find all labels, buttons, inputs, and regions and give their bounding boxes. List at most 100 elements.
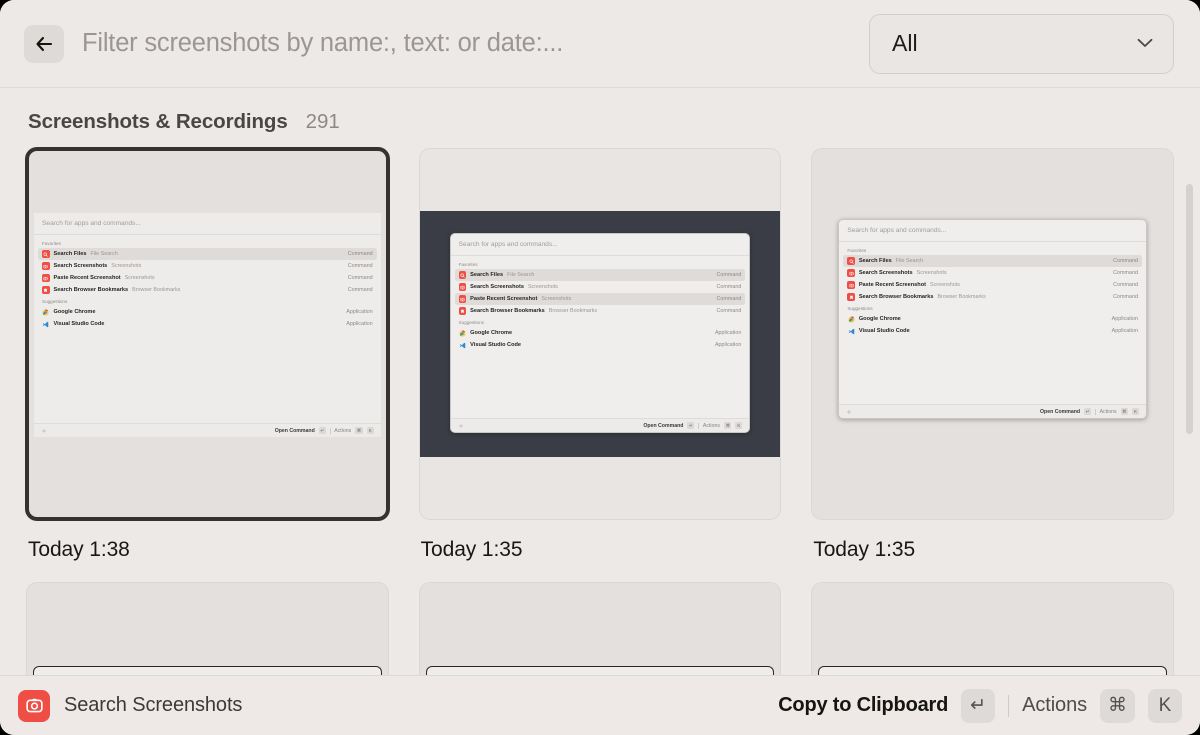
search-input[interactable] [82, 29, 851, 58]
preview-group-label: Suggestions [42, 299, 68, 304]
section-header: Screenshots & Recordings 291 [26, 88, 1174, 148]
enter-key[interactable]: ↵ [961, 688, 996, 723]
thumbnail-caption: Today 1:35 [420, 538, 523, 561]
search-browser-bookmarks-icon [458, 307, 467, 315]
preview-secondary-key-k: K [1131, 408, 1139, 415]
preview-row-sub: Screenshots [541, 296, 572, 302]
preview-group-label: Suggestions [847, 306, 873, 311]
section-count: 291 [305, 110, 340, 133]
preview-row: Search Files File Search Command [38, 248, 377, 260]
camera-icon [18, 689, 50, 722]
divider [329, 427, 331, 434]
preview-row-type: Application [714, 330, 742, 336]
preview-row: Search Screenshots Screenshots Command [455, 281, 746, 293]
screenshot-thumbnail-1[interactable]: Search for apps and commands... Favorite… [26, 148, 389, 520]
preview-secondary-key-k: K [735, 422, 743, 429]
preview-row-type: Application [1111, 316, 1138, 322]
preview-row-sub: Screenshots [929, 282, 960, 288]
preview-row-sub: Browser Bookmarks [548, 308, 598, 314]
preview-row-type: Application [346, 309, 373, 315]
search-screenshots-icon [42, 262, 50, 270]
preview-row-type: Application [346, 321, 373, 327]
search-files-icon [847, 257, 855, 265]
search-browser-bookmarks-icon [42, 286, 50, 294]
screenshot-thumbnail-3[interactable]: Search for apps and commands... Favorite… [811, 148, 1174, 520]
raycast-window: All Screenshots & Recordings 291 Search … [0, 0, 1200, 735]
screenshot-thumbnail-5[interactable]: Search by title, domain name, or folder … [418, 582, 782, 675]
preview-row-type: Command [1113, 294, 1138, 300]
search-browser-bookmarks-icon [847, 293, 855, 301]
preview-row-name: Search Browser Bookmarks [858, 294, 934, 300]
preview-primary-action: Open Command [643, 422, 684, 429]
preview-row-name: Search Browser Bookmarks [470, 308, 545, 314]
screenshot-thumbnail-2[interactable]: Search for apps and commands... Favorite… [418, 148, 782, 520]
preview-list: Favorites Search Files File Search Comma… [839, 242, 1146, 404]
type-filter-dropdown[interactable]: All [869, 13, 1174, 74]
thumbnail-caption: Today 1:35 [813, 538, 916, 561]
preview-row-name: Google Chrome [470, 330, 513, 336]
preview-search-placeholder: Search for apps and commands... [839, 220, 1146, 242]
preview-row-type: Application [1111, 328, 1138, 334]
preview-row: Search Screenshots Screenshots Command [38, 260, 377, 272]
visual-studio-code-icon [847, 327, 855, 335]
preview-row-name: Paste Recent Screenshot [470, 296, 538, 302]
preview-row-sub: Screenshots [124, 275, 155, 281]
preview-row-type: Command [1113, 282, 1138, 288]
preview-row: Search Files File Search Command [843, 255, 1142, 267]
vertical-scrollbar[interactable] [1186, 184, 1193, 434]
preview-row-name: Google Chrome [858, 316, 901, 322]
arrow-left-icon [35, 36, 53, 52]
primary-action-label[interactable]: Copy to Clipboard [778, 694, 948, 717]
screenshot-thumbnail-6[interactable]: Filter screenshots by name:, text: or da… [811, 582, 1174, 675]
preview-row-name: Search Screenshots [470, 284, 524, 290]
preview-search-placeholder: Search for apps and commands... [34, 213, 381, 235]
preview-row: Search Screenshots Screenshots Command [843, 267, 1142, 279]
search-screenshots-icon [847, 269, 855, 277]
preview-secondary-key-cmd: ⌘ [723, 422, 732, 429]
preview-footer: Open Command ↵ Actions ⌘ K [34, 423, 381, 437]
preview-row-sub: Screenshots [527, 284, 558, 290]
preview-row-type: Command [347, 275, 373, 281]
preview-group-label: Suggestions [458, 320, 484, 325]
preview-row-sub: File Search [90, 251, 118, 257]
preview-row-type: Application [714, 342, 742, 348]
preview-primary-action: Open Command [1040, 408, 1081, 415]
preview-secondary-action: Actions [1099, 408, 1117, 415]
preview-row-sub: Screenshots [916, 270, 947, 276]
preview-row-sub: Screenshots [111, 263, 142, 269]
preview-row-name: Search Screenshots [858, 270, 913, 276]
secondary-action-label[interactable]: Actions [1022, 694, 1087, 717]
preview-group-label: Favorites [42, 241, 61, 246]
preview-row-type: Command [347, 287, 373, 293]
preview-row-sub: File Search [895, 258, 924, 264]
preview-row-name: Google Chrome [53, 309, 96, 315]
divider [1095, 408, 1096, 415]
command-key[interactable]: ⌘ [1100, 688, 1135, 723]
search-screenshots-icon [458, 283, 467, 291]
k-key[interactable]: K [1148, 688, 1182, 723]
preview-row-type: Command [716, 308, 742, 314]
visual-studio-code-icon [459, 341, 467, 349]
preview-row-type: Command [347, 263, 373, 269]
header-bar: All [0, 0, 1200, 88]
partial-preview-bar: Search by title, domain name, or folder … [425, 666, 775, 675]
thumbnail-caption: Today 1:38 [28, 538, 130, 561]
preview-row-type: Command [716, 284, 742, 290]
search-files-icon [458, 271, 467, 279]
preview-primary-key: ↵ [687, 422, 695, 429]
search-field-wrapper [82, 29, 851, 58]
preview-secondary-key-cmd: ⌘ [1120, 408, 1128, 415]
preview-group-label: Favorites [847, 248, 867, 253]
preview-list: Favorites Search Files File Search Comma… [451, 256, 750, 418]
thumbnail-preview-panel: Search for apps and commands... Favorite… [449, 233, 751, 433]
google-chrome-icon [42, 308, 50, 316]
screenshot-thumbnail-4[interactable]: Search for apps and commands... [26, 582, 389, 675]
paste-recent-screenshot-icon [458, 295, 467, 303]
preview-row: Paste Recent Screenshot Screenshots Comm… [843, 279, 1142, 291]
preview-row-type: Command [1113, 270, 1138, 276]
divider [1008, 694, 1010, 717]
preview-row: Visual Studio Code Application [38, 318, 377, 330]
thumbnail-preview-panel: Search for apps and commands... Favorite… [838, 219, 1147, 419]
preview-row: Visual Studio Code Application [843, 325, 1142, 337]
back-button[interactable] [24, 24, 64, 63]
